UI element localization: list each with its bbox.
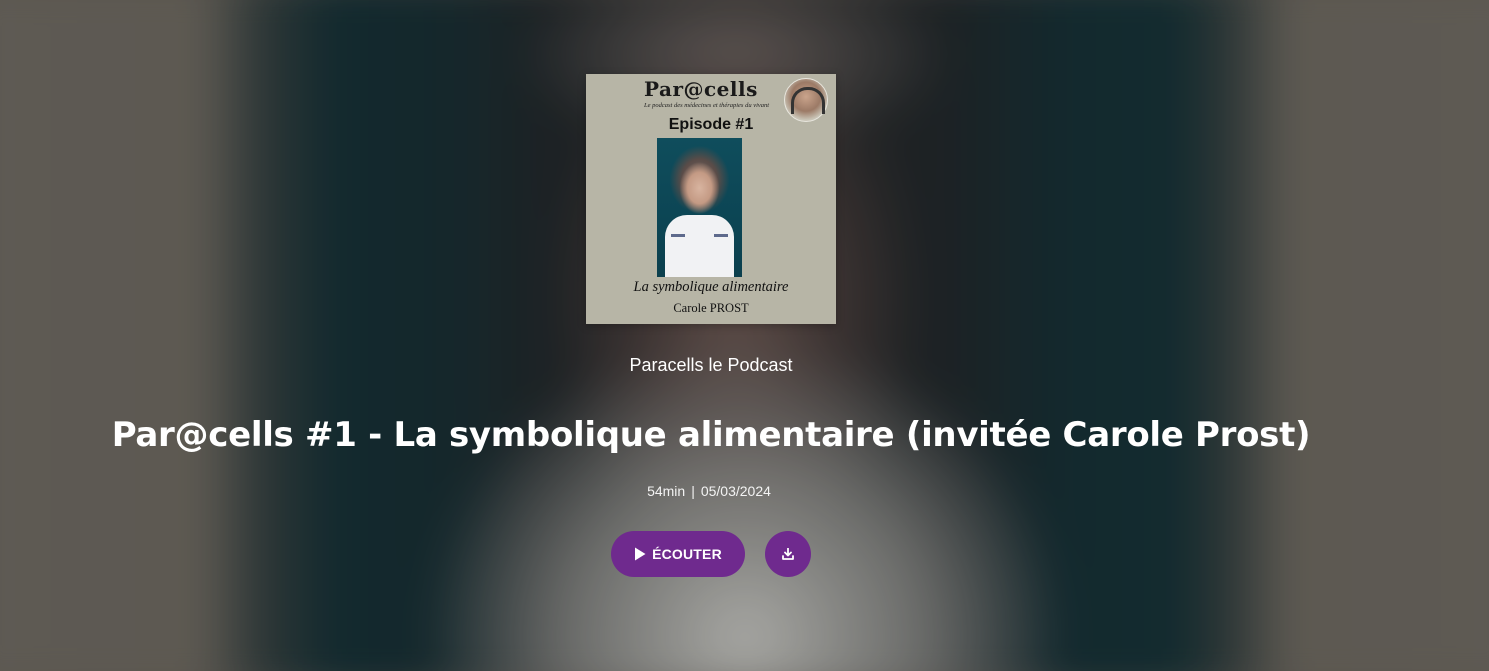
meta-separator: | bbox=[691, 483, 695, 499]
listen-button[interactable]: ÉCOUTER bbox=[611, 531, 745, 577]
cover-episode-number: Episode #1 bbox=[668, 116, 754, 133]
episode-title: Par@cells #1 - La symbolique alimentaire… bbox=[111, 415, 1311, 455]
cover-photo-detail bbox=[671, 234, 685, 237]
headset-icon bbox=[791, 87, 825, 114]
download-icon bbox=[782, 548, 794, 560]
cover-guest-photo bbox=[657, 138, 742, 277]
cover-subtitle: La symbolique alimentaire bbox=[633, 279, 789, 295]
episode-header: Par@cells Le podcast des médecines et th… bbox=[0, 0, 1489, 671]
cover-photo-detail bbox=[714, 234, 728, 237]
play-icon bbox=[635, 547, 646, 561]
episode-cover-art: Par@cells Le podcast des médecines et th… bbox=[586, 74, 836, 324]
cover-tagline: Le podcast des médecines et thérapies du… bbox=[644, 102, 770, 109]
episode-date: 05/03/2024 bbox=[700, 483, 771, 499]
cover-photo-shirt bbox=[665, 215, 734, 277]
download-button[interactable] bbox=[765, 531, 811, 577]
episode-duration: 54min bbox=[647, 483, 686, 499]
cover-brand: Par@cells bbox=[644, 77, 758, 101]
cover-guest-name: Carole PROST bbox=[673, 301, 749, 315]
podcast-name[interactable]: Paracells le Podcast bbox=[0, 355, 1422, 376]
episode-hero: Par@cells Le podcast des médecines et th… bbox=[0, 0, 1489, 671]
episode-actions: ÉCOUTER bbox=[611, 531, 811, 577]
listen-button-label: ÉCOUTER bbox=[652, 546, 722, 562]
episode-meta: 54min | 05/03/2024 bbox=[0, 483, 1418, 499]
